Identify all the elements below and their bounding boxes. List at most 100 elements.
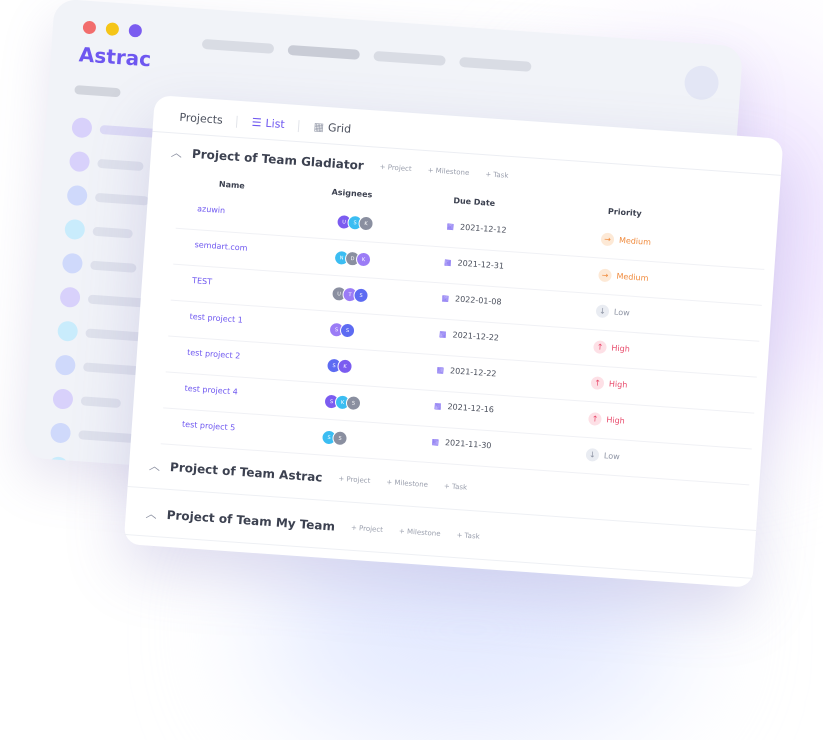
user-avatar[interactable] xyxy=(683,64,720,101)
column-header-assignees[interactable]: Asignees xyxy=(331,188,372,200)
tab-list[interactable]: ☰ List xyxy=(251,116,285,131)
due-date-text: 2021-12-16 xyxy=(447,402,495,415)
column-header-name[interactable]: Name xyxy=(219,180,245,191)
app-logo: Astrac xyxy=(78,42,152,72)
calendar-icon: ▦ xyxy=(446,221,455,232)
assignee-stack[interactable]: USK xyxy=(336,213,375,232)
grid-icon: ▦ xyxy=(313,120,325,134)
tab-projects[interactable]: Projects xyxy=(179,111,223,127)
column-header-due-date[interactable]: Due Date xyxy=(453,196,495,208)
due-date: ▦ 2021-12-22 xyxy=(436,365,497,378)
project-name-link[interactable]: azuwin xyxy=(197,204,226,215)
priority-badge[interactable]: ↑ High xyxy=(588,412,625,428)
priority-label: Low xyxy=(613,307,631,318)
assignee-avatar[interactable]: K xyxy=(337,358,354,375)
due-date-text: 2021-12-22 xyxy=(449,366,497,379)
project-name-link[interactable]: test project 2 xyxy=(187,348,241,361)
priority-badge[interactable]: ↓ Low xyxy=(595,304,631,319)
calendar-icon: ▦ xyxy=(443,257,452,268)
priority-badge[interactable]: ↑ High xyxy=(590,376,628,392)
assignee-avatar[interactable]: S xyxy=(339,322,356,339)
project-name-link[interactable]: test project 1 xyxy=(189,312,243,325)
group-title: Project of Team My Team xyxy=(166,507,336,534)
maximize-window-dot[interactable] xyxy=(128,23,143,38)
tab-divider xyxy=(298,119,301,132)
add-task-link[interactable]: + Task xyxy=(456,531,480,541)
add-project-link[interactable]: + Project xyxy=(351,524,384,534)
priority-label: High xyxy=(611,343,631,354)
tab-list-label: List xyxy=(265,116,286,132)
assignee-avatar[interactable]: K xyxy=(355,251,372,268)
calendar-icon: ▦ xyxy=(433,401,442,411)
calendar-icon: ▦ xyxy=(438,329,447,339)
priority-badge[interactable]: ↑ High xyxy=(593,340,630,356)
priority-badge[interactable]: → Medium xyxy=(598,268,649,284)
chevron-up-icon[interactable]: ︿ xyxy=(149,458,161,475)
project-name-link[interactable]: test project 5 xyxy=(182,420,236,433)
assignee-stack[interactable]: SKS xyxy=(323,393,362,412)
assignee-stack[interactable]: NDK xyxy=(333,249,372,268)
due-date-text: 2021-12-22 xyxy=(452,330,500,343)
due-date-text: 2021-11-30 xyxy=(444,438,492,451)
priority-label: Medium xyxy=(618,235,652,247)
sidebar-heading-placeholder xyxy=(74,85,121,98)
minimize-window-dot[interactable] xyxy=(105,22,120,37)
assignee-avatar[interactable]: S xyxy=(345,395,362,412)
add-milestone-link[interactable]: + Milestone xyxy=(399,527,441,538)
priority-label: Medium xyxy=(616,271,649,283)
calendar-icon: ▦ xyxy=(436,365,445,375)
due-date: ▦ 2021-11-30 xyxy=(431,437,492,450)
tab-grid[interactable]: ▦ Grid xyxy=(313,120,351,136)
add-project-link[interactable]: + Project xyxy=(379,163,412,173)
arrow-down-icon: ↓ xyxy=(585,447,600,462)
due-date: ▦ 2021-12-31 xyxy=(444,258,505,271)
chevron-up-icon[interactable]: ︿ xyxy=(145,505,157,522)
add-milestone-link[interactable]: + Milestone xyxy=(386,478,428,489)
due-date-text: 2021-12-12 xyxy=(459,222,507,235)
project-name-link[interactable]: test project 4 xyxy=(184,384,238,397)
topbar-placeholders xyxy=(201,38,532,72)
assignee-stack[interactable]: UTS xyxy=(331,285,370,304)
arrow-up-icon: ↑ xyxy=(593,340,607,355)
projects-panel: Projects ☰ List ▦ Grid ︿ Project of Team G… xyxy=(123,95,784,588)
assignee-stack[interactable]: SS xyxy=(328,321,356,339)
add-project-link[interactable]: + Project xyxy=(338,475,371,485)
window-controls xyxy=(82,20,143,38)
calendar-icon: ▦ xyxy=(431,437,440,447)
group-header: ︿ Project of Team Gladiator + Project + … xyxy=(170,144,509,184)
priority-label: Low xyxy=(603,451,620,462)
project-name-link[interactable]: TEST xyxy=(192,276,212,286)
assignee-avatar[interactable]: S xyxy=(353,287,370,304)
add-task-link[interactable]: + Task xyxy=(444,482,468,492)
group-title: Project of Team Astrac xyxy=(169,459,323,485)
add-milestone-link[interactable]: + Milestone xyxy=(427,166,469,177)
due-date: ▦ 2022-01-08 xyxy=(441,293,502,306)
assignee-stack[interactable]: SK xyxy=(326,357,354,375)
due-date-text: 2021-12-31 xyxy=(457,258,505,271)
add-task-link[interactable]: + Task xyxy=(485,170,509,180)
close-window-dot[interactable] xyxy=(82,20,97,35)
arrow-right-icon: → xyxy=(598,268,612,283)
due-date: ▦ 2021-12-22 xyxy=(439,329,500,342)
arrow-down-icon: ↓ xyxy=(595,304,610,319)
assignee-avatar[interactable]: S xyxy=(332,430,349,447)
arrow-up-icon: ↑ xyxy=(590,376,605,391)
column-header-priority[interactable]: Priority xyxy=(608,207,642,218)
priority-label: High xyxy=(608,379,628,390)
group-title: Project of Team Gladiator xyxy=(191,146,365,173)
chevron-up-icon[interactable]: ︿ xyxy=(170,144,183,161)
due-date-text: 2022-01-08 xyxy=(454,294,502,307)
assignee-stack[interactable]: SS xyxy=(321,429,349,447)
arrow-up-icon: ↑ xyxy=(588,412,602,426)
due-date: ▦ 2021-12-12 xyxy=(446,222,507,235)
priority-label: High xyxy=(606,415,626,426)
assignee-avatar[interactable]: K xyxy=(358,215,375,232)
project-name-link[interactable]: semdart.com xyxy=(194,240,247,253)
tab-grid-label: Grid xyxy=(327,121,352,136)
priority-badge[interactable]: → Medium xyxy=(600,232,652,248)
priority-badge[interactable]: ↓ Low xyxy=(585,447,621,463)
arrow-right-icon: → xyxy=(600,232,615,247)
list-icon: ☰ xyxy=(251,115,263,130)
calendar-icon: ▦ xyxy=(441,293,450,303)
view-tabs: Projects ☰ List ▦ Grid xyxy=(179,111,351,136)
